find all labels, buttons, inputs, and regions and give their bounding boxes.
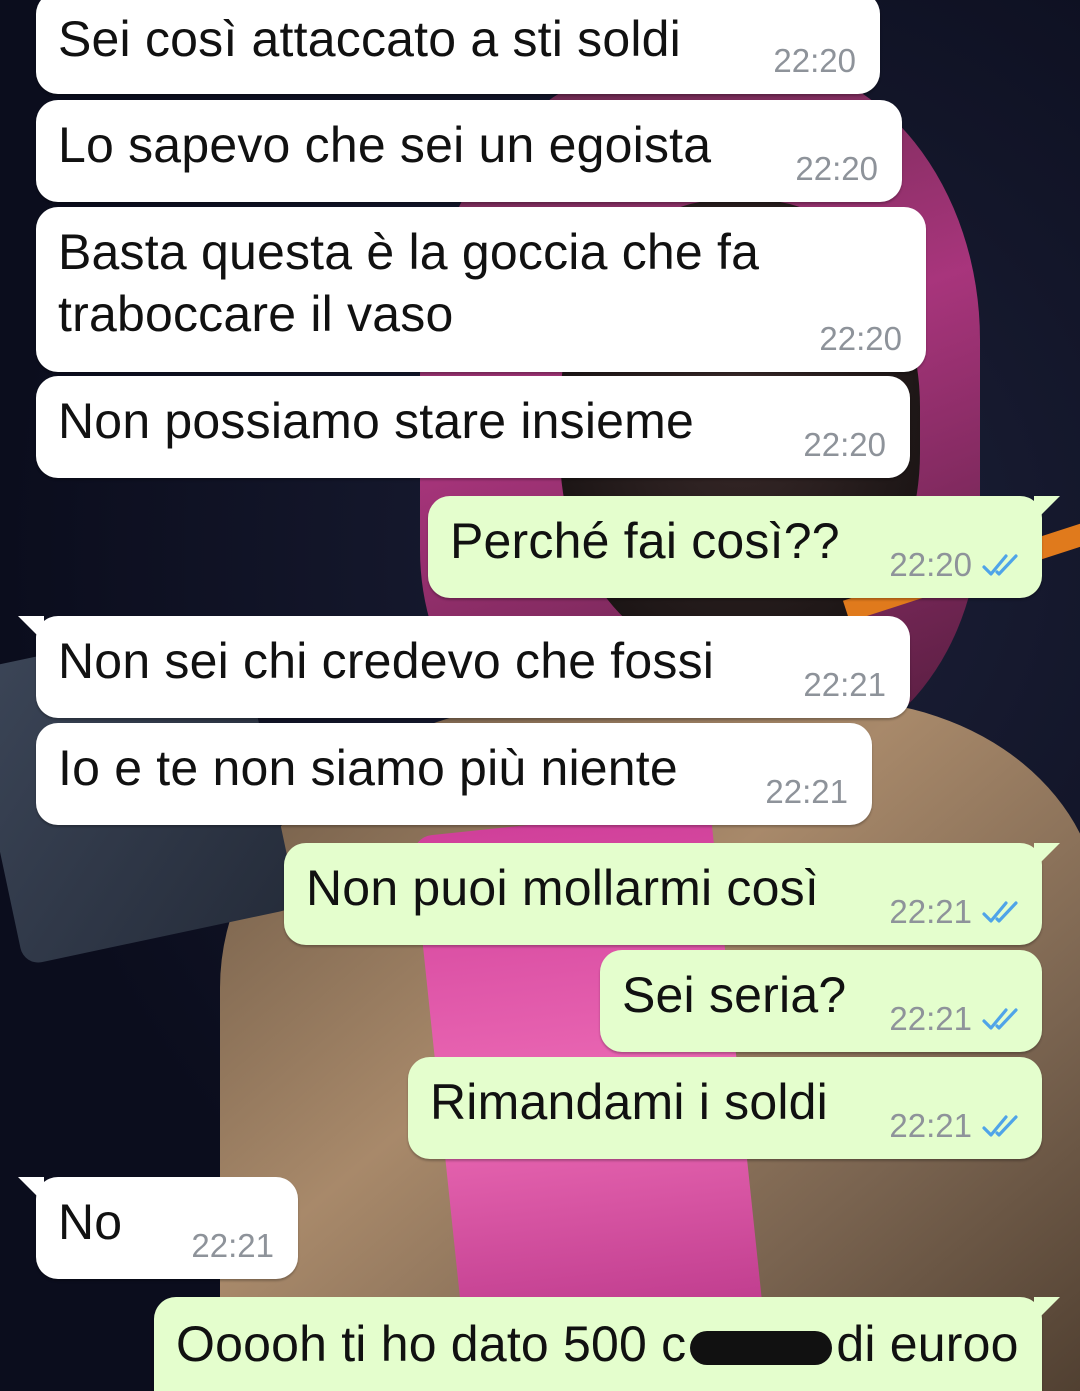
double-check-icon xyxy=(982,1008,1018,1030)
message-incoming[interactable]: Basta questa è la goccia che fa trabocca… xyxy=(36,207,926,372)
message-incoming[interactable]: Sei così attaccato a sti soldi 22:20 xyxy=(36,0,880,94)
message-incoming[interactable]: Non possiamo stare insieme 22:20 xyxy=(36,376,910,478)
message-time: 22:21 xyxy=(191,1227,274,1264)
message-text: Perché fai così?? xyxy=(450,513,840,569)
message-text: Non puoi mollarmi così xyxy=(306,860,819,916)
message-text: Lo sapevo che sei un egoista xyxy=(58,117,712,173)
message-text: Sei seria? xyxy=(622,967,847,1023)
message-text: Io e te non siamo più niente xyxy=(58,740,678,796)
message-outgoing[interactable]: Ooooh ti ho dato 500 c di euroo xyxy=(154,1297,1060,1391)
message-incoming[interactable]: No 22:21 xyxy=(18,1177,298,1279)
message-meta: 22:20 xyxy=(803,426,886,464)
message-outgoing[interactable]: Non puoi mollarmi così 22:21 xyxy=(284,843,1060,945)
message-time: 22:21 xyxy=(765,773,848,810)
message-time: 22:21 xyxy=(889,1107,972,1144)
message-meta: 22:20 xyxy=(889,546,1022,584)
double-check-icon xyxy=(982,901,1018,923)
message-outgoing[interactable]: Sei seria? 22:21 xyxy=(600,950,1042,1052)
message-text: Basta questa è la goccia che fa trabocca… xyxy=(58,224,760,342)
message-meta: 22:21 xyxy=(889,893,1022,931)
message-outgoing[interactable]: Rimandami i soldi 22:21 xyxy=(408,1057,1042,1159)
message-meta: 22:20 xyxy=(819,320,902,358)
message-time: 22:20 xyxy=(773,42,856,79)
message-time: 22:20 xyxy=(889,546,972,583)
message-text: Non possiamo stare insieme xyxy=(58,393,695,449)
message-time: 22:21 xyxy=(803,666,886,703)
message-time: 22:21 xyxy=(889,893,972,930)
message-text: No xyxy=(58,1194,123,1250)
message-outgoing[interactable]: Perché fai così?? 22:20 xyxy=(428,496,1060,598)
message-meta: 22:20 xyxy=(795,150,878,188)
message-text: Rimandami i soldi xyxy=(430,1074,828,1130)
message-text: Non sei chi credevo che fossi xyxy=(58,633,715,689)
message-meta: 22:20 xyxy=(773,42,856,80)
message-incoming[interactable]: Lo sapevo che sei un egoista 22:20 xyxy=(36,100,902,202)
message-meta: 22:21 xyxy=(191,1227,274,1265)
message-meta: 22:21 xyxy=(889,1000,1022,1038)
message-text-after: di euroo xyxy=(836,1316,1019,1372)
message-text-before: Ooooh ti ho dato 500 c xyxy=(176,1316,687,1372)
message-time: 22:20 xyxy=(795,150,878,187)
message-time: 22:20 xyxy=(803,426,886,463)
message-meta: 22:21 xyxy=(765,773,848,811)
message-text: Sei così attaccato a sti soldi xyxy=(58,11,681,67)
message-text: Ooooh ti ho dato 500 c di euroo xyxy=(176,1313,1019,1375)
message-meta: 22:21 xyxy=(889,1107,1022,1145)
message-incoming[interactable]: Non sei chi credevo che fossi 22:21 xyxy=(18,616,910,718)
double-check-icon xyxy=(982,1115,1018,1137)
message-incoming[interactable]: Io e te non siamo più niente 22:21 xyxy=(36,723,872,825)
double-check-icon xyxy=(982,554,1018,576)
message-time: 22:20 xyxy=(819,320,902,357)
redaction-mark xyxy=(690,1330,833,1365)
message-time: 22:21 xyxy=(889,1000,972,1037)
message-meta: 22:21 xyxy=(803,666,886,704)
